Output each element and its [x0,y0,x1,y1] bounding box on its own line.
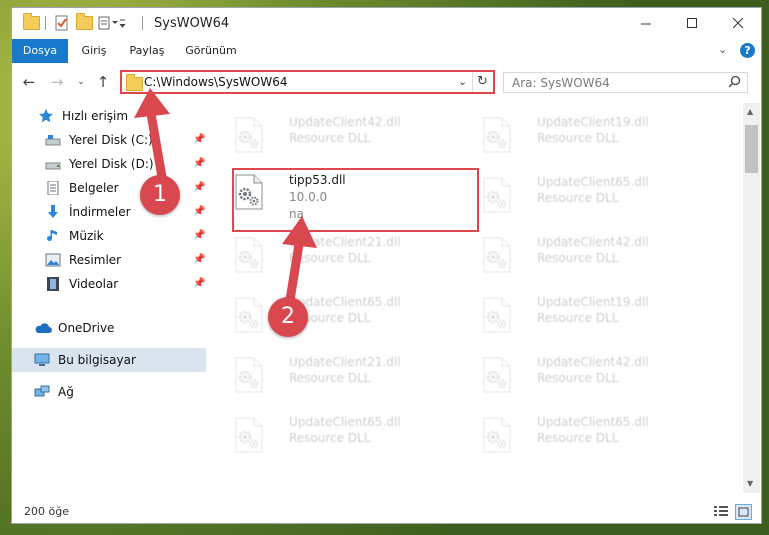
annotation-step-1: 1 [140,175,180,215]
annotation-step-2: 2 [268,297,308,337]
annotation-arrows [134,88,317,305]
